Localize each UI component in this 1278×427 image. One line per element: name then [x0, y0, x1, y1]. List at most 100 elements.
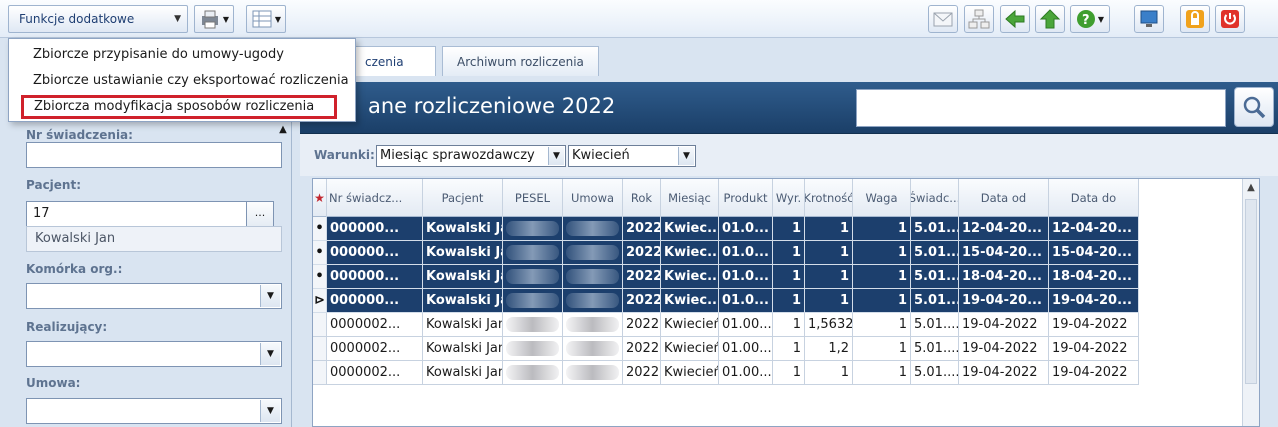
condition-value-select[interactable]: Kwiecień ▼: [568, 145, 696, 167]
mail-button[interactable]: [928, 5, 958, 33]
search-input[interactable]: [856, 89, 1226, 127]
tab-rozliczenia[interactable]: czenia: [350, 46, 436, 76]
grid-scrollbar[interactable]: ▲: [1242, 179, 1259, 426]
tab-archiwum[interactable]: Archiwum rozliczenia: [442, 46, 599, 76]
data_do-cell: 19-04-20...: [1049, 289, 1139, 313]
scroll-thumb[interactable]: [1245, 199, 1257, 384]
column-header[interactable]: Produkt: [719, 179, 773, 217]
blurred-umowa-cell: [563, 289, 623, 313]
search-button[interactable]: [1234, 87, 1274, 127]
condition-field-select[interactable]: Miesiąc sprawozdawczy ▼: [376, 145, 566, 167]
network-button[interactable]: [964, 5, 994, 33]
print-button[interactable]: ▼: [194, 5, 234, 33]
pacjent-cell: Kowalski Jan: [423, 313, 503, 337]
tab-bar: czenia Archiwum rozliczenia: [300, 38, 1278, 82]
column-header[interactable]: Umowa: [563, 179, 623, 217]
produkt-cell: 01.0...: [719, 217, 773, 241]
pacjent-label: Pacjent:: [26, 178, 82, 192]
table-row[interactable]: 0000002... Kowalski Jan 2022 Kwiecień 01.00.…: [313, 337, 1139, 361]
page-title: ane rozliczeniowe 2022: [368, 94, 616, 118]
help-button[interactable]: ? ▼: [1070, 5, 1110, 33]
column-header[interactable]: Miesiąc: [661, 179, 719, 217]
table-row[interactable]: 0000002... Kowalski Jan 2022 Kwiecień 01.00.…: [313, 361, 1139, 385]
chevron-down-icon[interactable]: ▼: [548, 147, 564, 165]
rok-cell: 2022: [623, 241, 661, 265]
swiadc-cell: 5.01....: [911, 265, 959, 289]
row-indicator: [313, 337, 327, 361]
swiadc-cell: 5.01....: [911, 241, 959, 265]
scroll-up-icon[interactable]: ▲: [276, 124, 290, 138]
blurred-umowa-cell: [563, 313, 623, 337]
power-button[interactable]: [1215, 5, 1245, 33]
table-row[interactable]: •000000...Kowalski Jan 2022Kwiec...01.0..…: [313, 241, 1139, 265]
column-header[interactable]: Nr świadcz...: [327, 179, 423, 217]
wyr-cell: 1: [773, 217, 805, 241]
up-button[interactable]: [1035, 5, 1065, 33]
produkt-cell: 01.00...: [719, 313, 773, 337]
header-band: ane rozliczeniowe 2022: [300, 82, 1278, 134]
column-header[interactable]: Wyr.: [773, 179, 805, 217]
nr-cell: 000000...: [327, 289, 423, 313]
table-row[interactable]: •000000...Kowalski Jan 2022Kwiec...01.0..…: [313, 265, 1139, 289]
column-header[interactable]: Rok: [623, 179, 661, 217]
wyr-cell: 1: [773, 265, 805, 289]
data_od-cell: 12-04-20...: [959, 217, 1049, 241]
krotnosc-cell: 1: [805, 265, 853, 289]
conditions-bar: Warunki: Miesiąc sprawozdawczy ▼ Kwiecie…: [300, 134, 1278, 176]
row-indicator: [313, 361, 327, 385]
komorka-select[interactable]: ▼: [26, 283, 282, 309]
nr-field[interactable]: [26, 142, 282, 168]
produkt-cell: 01.0...: [719, 265, 773, 289]
column-header[interactable]: PESEL: [503, 179, 563, 217]
column-header[interactable]: Data od: [959, 179, 1049, 217]
produkt-cell: 01.00...: [719, 361, 773, 385]
data_do-cell: 19-04-2022: [1049, 313, 1139, 337]
help-icon: ?: [1076, 10, 1095, 28]
chevron-down-icon[interactable]: ▼: [678, 147, 694, 165]
chevron-down-icon: ▼: [174, 14, 181, 24]
pacjent-browse-button[interactable]: ...: [246, 201, 274, 227]
chevron-down-icon[interactable]: ▼: [260, 343, 280, 365]
row-indicator: •: [313, 265, 327, 289]
waga-cell: 1: [853, 265, 911, 289]
pacjent-cell: Kowalski Jan: [423, 265, 503, 289]
printer-icon: [201, 10, 218, 29]
lock-button[interactable]: [1180, 5, 1210, 33]
column-header[interactable]: Data do: [1049, 179, 1139, 217]
nr-cell: 000000...: [327, 241, 423, 265]
columns-icon: [252, 10, 272, 28]
additional-functions-button[interactable]: Funkcje dodatkowe ▼: [8, 5, 188, 33]
back-button[interactable]: [1000, 5, 1030, 33]
blurred-pesel-cell: [503, 217, 563, 241]
column-header[interactable]: Waga: [853, 179, 911, 217]
realizujacy-select[interactable]: ▼: [26, 341, 282, 367]
waga-cell: 1: [853, 313, 911, 337]
table-row[interactable]: •000000...Kowalski Jan 2022Kwiec...01.0..…: [313, 217, 1139, 241]
table-row[interactable]: ⊳000000...Kowalski Jan 2022Kwiec...01.0..…: [313, 289, 1139, 313]
scroll-up-icon[interactable]: ▲: [1243, 179, 1259, 196]
columns-button[interactable]: ▼: [246, 5, 286, 33]
blurred-pesel-cell: [503, 313, 563, 337]
additional-functions-label: Funkcje dodatkowe: [19, 12, 135, 26]
nr-cell: 0000002...: [327, 337, 423, 361]
monitor-button[interactable]: [1134, 5, 1164, 33]
swiadc-cell: 5.01....: [911, 313, 959, 337]
umowa-select[interactable]: ▼: [26, 398, 282, 424]
pacjent-field[interactable]: 17: [26, 201, 252, 227]
waga-cell: 1: [853, 217, 911, 241]
chevron-down-icon[interactable]: ▼: [260, 285, 280, 307]
miesiac-cell: Kwiec...: [661, 265, 719, 289]
power-icon: [1221, 10, 1239, 28]
swiadc-cell: 5.01....: [911, 361, 959, 385]
table-row[interactable]: 0000002... Kowalski Jan 2022 Kwiecień 01.00.…: [313, 313, 1139, 337]
column-header[interactable]: Pacjent: [423, 179, 503, 217]
chevron-down-icon[interactable]: ▼: [260, 400, 280, 422]
menu-item-export-setting[interactable]: Zbiorcze ustawianie czy eksportować rozl…: [19, 69, 349, 93]
column-header[interactable]: Krotność: [805, 179, 853, 217]
condition-field-value: Miesiąc sprawozdawczy: [380, 148, 535, 163]
menu-item-modify-settlement-methods[interactable]: Zbiorcza modyfikacja sposobów rozliczeni…: [21, 95, 337, 119]
waga-cell: 1: [853, 361, 911, 385]
column-header[interactable]: Świadc...: [911, 179, 959, 217]
condition-value: Kwiecień: [572, 148, 630, 163]
menu-item-assign-agreement[interactable]: Zbiorcze przypisanie do umowy-ugody: [19, 43, 284, 67]
